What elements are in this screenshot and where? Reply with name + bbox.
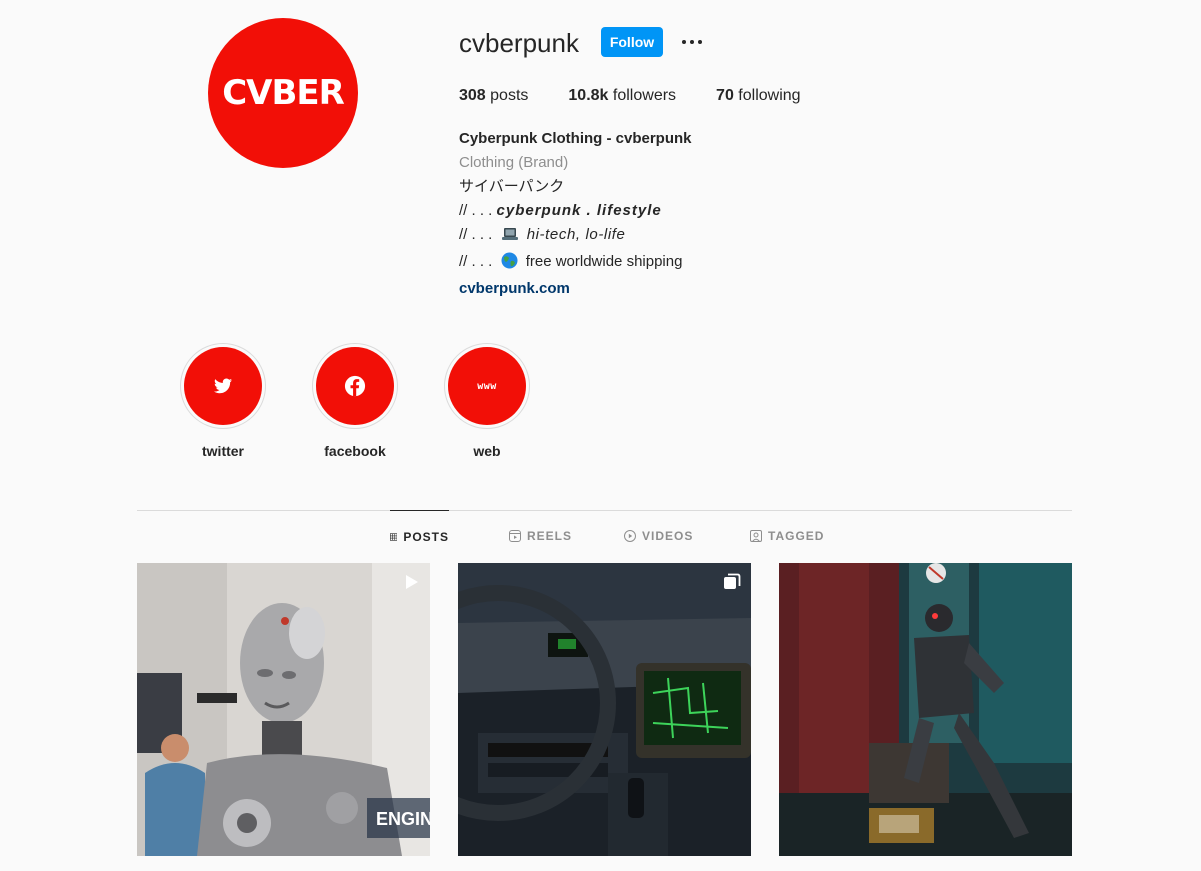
- post-overlay-text: ENGIN: [376, 809, 430, 829]
- highlight-label: facebook: [324, 443, 386, 459]
- video-indicator-icon: [406, 575, 418, 589]
- facebook-icon: [344, 375, 366, 397]
- bio-line-3: // . . . free worldwide shipping: [459, 250, 692, 277]
- highlight-ring: [312, 343, 398, 429]
- highlight-ring: www: [444, 343, 530, 429]
- bio-category: Clothing (Brand): [459, 154, 569, 171]
- www-icon: www: [477, 380, 497, 392]
- following-stat[interactable]: 70 following: [716, 87, 801, 105]
- follow-button[interactable]: Follow: [601, 27, 663, 57]
- bio-line-1-prefix: // . . .: [459, 202, 493, 219]
- more-options-icon[interactable]: [680, 30, 704, 54]
- video-icon: [624, 530, 636, 542]
- laptop-icon: [501, 226, 519, 250]
- bio-line-2: // . . . hi-tech, lo-life: [459, 223, 692, 250]
- tab-tagged[interactable]: TAGGED: [750, 510, 824, 562]
- profile-bio: Cyberpunk Clothing - cvberpunk Clothing …: [459, 127, 692, 301]
- posts-stat: 308 posts: [459, 87, 528, 105]
- tab-videos-label: VIDEOS: [642, 529, 694, 543]
- post-thumbnail-1[interactable]: ENGIN: [137, 563, 430, 856]
- reels-icon: [509, 530, 521, 542]
- profile-avatar[interactable]: CVBER: [208, 18, 358, 168]
- highlight-facebook[interactable]: facebook: [310, 343, 400, 459]
- highlight-cover: www: [448, 347, 526, 425]
- bio-line-3-text: free worldwide shipping: [525, 253, 683, 270]
- highlight-label: twitter: [202, 443, 244, 459]
- bio-line-1-text: cyberpunk . lifestyle: [496, 202, 662, 219]
- post-thumbnail-3[interactable]: [779, 563, 1072, 856]
- carousel-indicator-icon: [724, 573, 741, 589]
- highlight-cover: [184, 347, 262, 425]
- followers-stat[interactable]: 10.8k followers: [568, 87, 676, 105]
- highlight-label: web: [473, 443, 501, 459]
- posts-label: posts: [490, 87, 529, 104]
- twitter-icon: [214, 378, 232, 394]
- posts-count: 308: [459, 87, 486, 104]
- post-image-robot-lab: ENGIN: [137, 563, 430, 856]
- bio-name: Cyberpunk Clothing - cvberpunk: [459, 130, 692, 147]
- tab-reels[interactable]: REELS: [509, 510, 572, 562]
- bio-line-3-prefix: // . . .: [459, 253, 493, 270]
- post-image-robot-alley: [779, 563, 1072, 856]
- tab-reels-label: REELS: [527, 529, 573, 543]
- tagged-icon: [750, 530, 762, 542]
- highlight-ring: [180, 343, 266, 429]
- bio-line-2-text: hi-tech, lo-life: [526, 226, 626, 243]
- avatar-logo-text: CVBER: [222, 73, 345, 113]
- tab-posts[interactable]: POSTS: [390, 510, 449, 563]
- following-count: 70: [716, 87, 734, 104]
- grid-icon: [390, 533, 398, 541]
- tab-videos[interactable]: VIDEOS: [624, 510, 693, 562]
- bio-line-2-prefix: // . . .: [459, 226, 493, 243]
- followers-label: followers: [612, 87, 677, 104]
- following-label: following: [738, 87, 801, 104]
- bio-line-1: // . . . cyberpunk . lifestyle: [459, 199, 692, 223]
- bio-japanese: サイバーパンク: [459, 178, 565, 195]
- globe-icon: [501, 252, 518, 277]
- post-image-car-dashboard: [458, 563, 751, 856]
- tab-posts-label: POSTS: [403, 530, 449, 544]
- post-thumbnail-2[interactable]: [458, 563, 751, 856]
- followers-count: 10.8k: [568, 87, 609, 104]
- highlight-web[interactable]: www web: [442, 343, 532, 459]
- tab-tagged-label: TAGGED: [768, 529, 825, 543]
- profile-username: cvberpunk: [459, 28, 579, 58]
- bio-website-link[interactable]: cvberpunk.com: [459, 277, 692, 301]
- highlight-cover: [316, 347, 394, 425]
- highlight-twitter[interactable]: twitter: [178, 343, 268, 459]
- profile-stats: 308 posts 10.8k followers 70 following: [459, 87, 801, 105]
- content-divider: [137, 510, 1072, 511]
